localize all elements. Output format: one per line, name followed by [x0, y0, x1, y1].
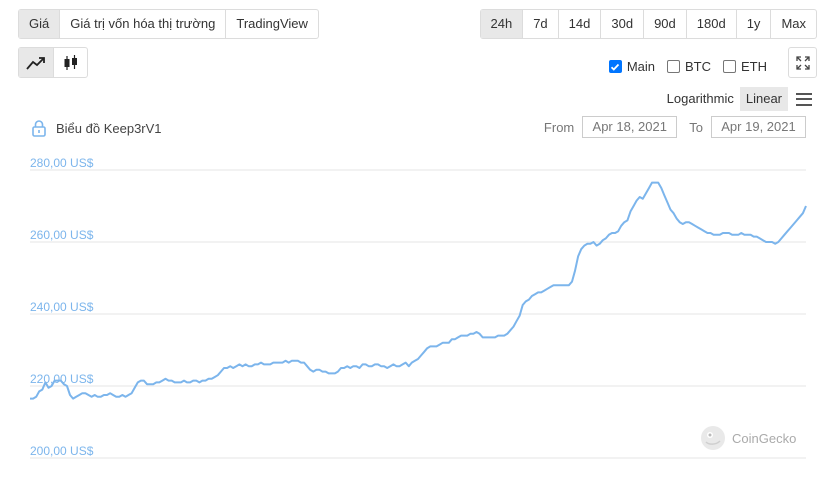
tab-0[interactable]: Giá [19, 10, 61, 38]
to-date-input[interactable]: Apr 19, 2021 [711, 116, 806, 138]
lock-icon [32, 120, 46, 137]
series-toggle-label: ETH [741, 59, 767, 74]
time-range-selector: 24h 7d 14d 30d 90d 180d 1y Max [479, 9, 817, 39]
range-button-4[interactable]: 90d [644, 10, 687, 38]
expand-icon [795, 55, 810, 70]
price-chart: 200,00 US$ 220,00 US$ 240,00 US$ 260,00 US$… [30, 156, 807, 459]
chart-title: Biểu đồ Keep3rV1 [32, 119, 162, 137]
range-button-3[interactable]: 30d [601, 10, 645, 38]
series-toggles: Main BTC ETH [608, 59, 767, 74]
logarithmic-option[interactable]: Logarithmic [661, 87, 740, 111]
chart-type-toggle [18, 47, 88, 78]
range-button-1[interactable]: 7d [523, 10, 559, 38]
y-tick-label: 260,00 US$ [30, 228, 94, 242]
series-toggle-2[interactable]: ETH [723, 59, 767, 74]
series-toggle-label: BTC [685, 59, 711, 74]
hamburger-menu-icon[interactable] [796, 92, 812, 106]
y-tick-label: 220,00 US$ [30, 372, 94, 386]
y-tick-label: 200,00 US$ [30, 444, 94, 458]
candlestick-icon [64, 54, 77, 70]
coingecko-logo-icon [701, 426, 725, 450]
range-button-5[interactable]: 180d [687, 10, 737, 38]
range-button-6[interactable]: 1y [737, 10, 772, 38]
series-toggle-label: Main [626, 59, 655, 74]
from-date-input[interactable]: Apr 18, 2021 [582, 116, 678, 138]
scale-selector: Logarithmic Linear [661, 87, 812, 111]
range-button-2[interactable]: 14d [559, 10, 602, 38]
y-tick-label: 280,00 US$ [30, 156, 94, 170]
watermark-text: CoinGecko [732, 430, 797, 446]
price-tabs: Giá Giá trị vốn hóa thị trường TradingView [18, 9, 319, 39]
series-toggle-0[interactable]: Main [608, 59, 655, 74]
range-button-7[interactable]: Max [771, 10, 816, 38]
checkbox-2[interactable] [723, 60, 736, 73]
candlestick-chart-button[interactable] [53, 48, 87, 77]
checkbox-0[interactable] [608, 60, 622, 73]
tab-2[interactable]: TradingView [226, 10, 318, 38]
line-chart-icon [26, 56, 45, 70]
checkbox-1[interactable] [667, 60, 680, 73]
price-series-line[interactable] [30, 181, 807, 400]
range-button-0[interactable]: 24h [480, 10, 524, 38]
expand-button[interactable] [788, 47, 817, 78]
series-toggle-1[interactable]: BTC [667, 59, 711, 74]
y-tick-label: 240,00 US$ [30, 300, 94, 314]
tab-1[interactable]: Giá trị vốn hóa thị trường [60, 10, 227, 38]
from-label: From [543, 119, 575, 135]
line-chart-button[interactable] [19, 48, 53, 77]
chart-title-text: Biểu đồ Keep3rV1 [56, 120, 162, 136]
watermark: CoinGecko [700, 425, 796, 451]
to-label: To [689, 119, 703, 135]
linear-option[interactable]: Linear [739, 87, 788, 111]
date-range: From Apr 18, 2021 To Apr 19, 2021 [544, 116, 806, 138]
